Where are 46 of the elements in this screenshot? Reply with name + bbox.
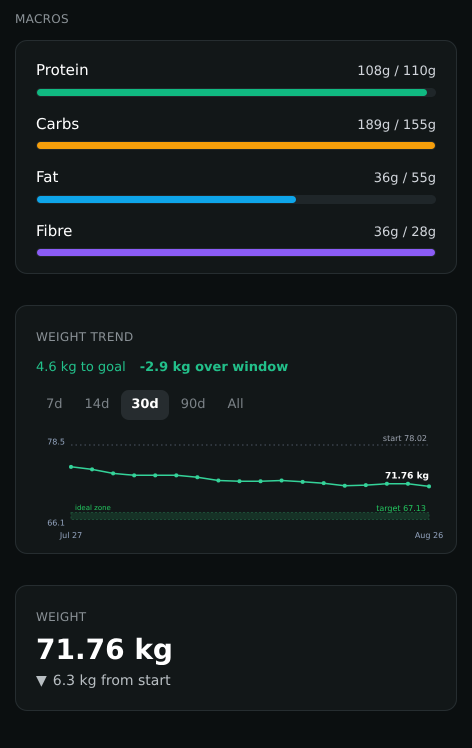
last-value-label: 71.76 kg [384, 470, 429, 481]
data-point [153, 472, 158, 477]
y-tick-label: 66.1 [47, 518, 65, 527]
range-tab[interactable]: 7d [36, 390, 73, 420]
data-point [237, 478, 242, 483]
data-point [384, 481, 389, 486]
data-point [132, 472, 136, 477]
macro-reading: 36g / 55g [374, 170, 436, 188]
delta-text: 6.3 kg from start [52, 672, 171, 690]
data-point [427, 484, 431, 488]
macro-reading: 36g / 28g [374, 224, 436, 242]
macro-name: Fibre [36, 220, 72, 242]
macro-reading: 108g / 110g [357, 63, 436, 81]
card-title: WEIGHT TREND [36, 329, 135, 346]
macro-name: Fat [36, 167, 58, 188]
section-title: MACROS [15, 11, 70, 28]
data-point [111, 470, 116, 475]
data-point [322, 480, 326, 485]
data-point [406, 481, 410, 486]
start-label: start 78.02 [382, 434, 427, 442]
range-tab[interactable]: 14d [74, 390, 120, 420]
to-goal-text: 4.6 kg to goal [36, 359, 126, 377]
down-triangle-icon: ▼ [36, 670, 47, 692]
x-tick-label: Aug 26 [414, 530, 444, 540]
range-tab[interactable]: All [218, 390, 254, 420]
data-point [258, 478, 263, 483]
range-tab[interactable]: 30d [121, 390, 169, 420]
data-point [69, 464, 73, 468]
data-point [280, 478, 284, 482]
y-tick-label: 78.5 [47, 437, 65, 446]
card-title: WEIGHT [36, 608, 88, 626]
data-point [90, 466, 94, 471]
data-point [195, 474, 200, 479]
data-point [216, 478, 220, 482]
range-tab[interactable]: 90d [170, 390, 216, 420]
data-point [342, 483, 347, 488]
change-text: -2.9 kg over window [140, 359, 288, 377]
macro-name: Protein [36, 60, 89, 81]
data-point [364, 482, 368, 487]
target-label: target 67.13 [376, 504, 426, 512]
data-point [174, 472, 178, 477]
weight-value: 71.76 kg [36, 632, 174, 666]
macro-reading: 189g / 155g [357, 116, 436, 134]
x-tick-label: Jul 27 [60, 530, 82, 540]
macro-name: Carbs [36, 114, 80, 134]
data-point [300, 479, 305, 484]
